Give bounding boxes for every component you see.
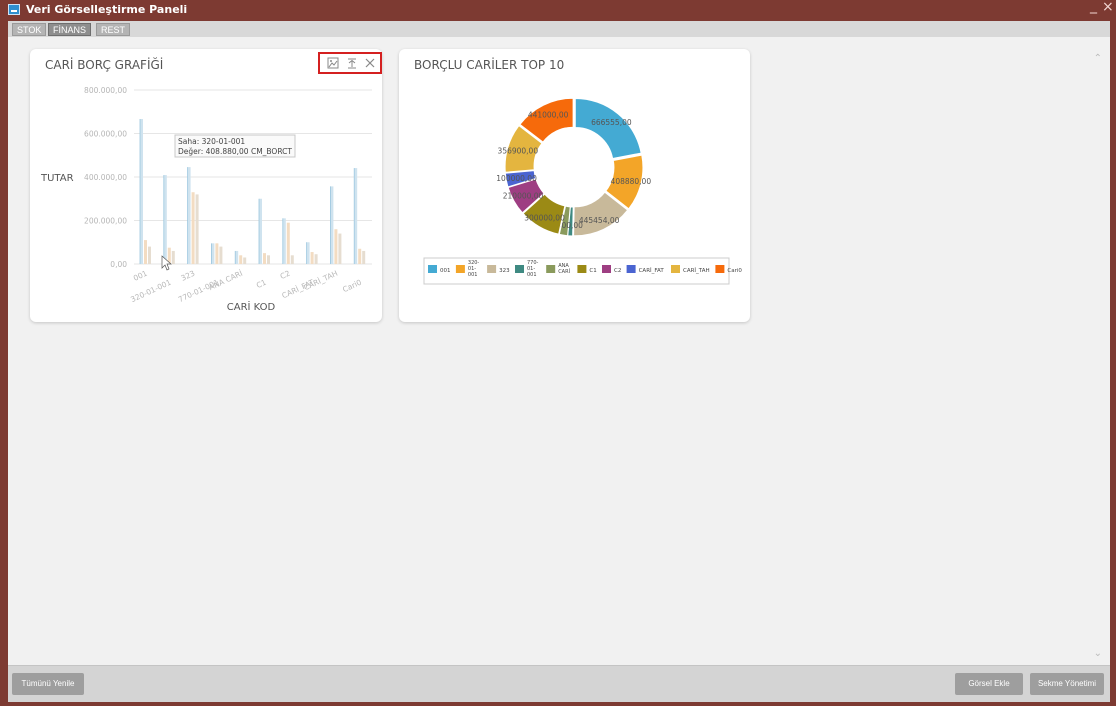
bar: [338, 233, 342, 264]
donut-legend: 001320-01-001323770-01-001ANACARİ C1 C2 CAR…: [423, 257, 742, 285]
legend-label: CARİ_TAH: [683, 267, 710, 274]
bar-chart[interactable]: 0,00 200.000,00 400.000,00 600.000,00 800.00…: [30, 49, 382, 322]
x-tick-label: 001: [132, 269, 149, 283]
legend-label: C1: [589, 268, 596, 274]
x-axis-label: CARİ KOD: [227, 300, 276, 313]
tab-rest[interactable]: REST: [96, 23, 131, 36]
legend-label: 001: [527, 272, 537, 278]
legend-swatch: [671, 265, 680, 273]
y-tick-label: 200.000,00: [84, 217, 127, 226]
bar: [310, 252, 314, 264]
legend-label: CARİ_FAT: [639, 267, 665, 274]
legend-swatch: [487, 265, 497, 273]
app-window: Veri Görselleştirme Paneli _ × STOK FİNA…: [0, 0, 1116, 706]
y-tick-label: 0,00: [110, 260, 127, 269]
legend-swatch: [515, 265, 524, 273]
bar: [235, 250, 239, 264]
bar: [187, 167, 191, 264]
minimize-button[interactable]: _: [1090, 0, 1097, 14]
bar-chart-card: CARİ BORÇ GRAFİĞİ 0,00 200.000,00 400.00…: [30, 49, 382, 322]
legend-label: 323: [499, 268, 510, 274]
y-axis-label: TUTAR: [40, 173, 74, 184]
title-bar: Veri Görselleştirme Paneli _ ×: [0, 0, 1116, 20]
bar: [358, 248, 362, 264]
donut-chart[interactable]: 666555,00408880,00445454,0035000,0030000…: [399, 49, 750, 322]
bar: [219, 246, 223, 264]
bar: [243, 257, 247, 264]
bar: [163, 175, 167, 264]
tooltip-line: Saha: 320-01-001: [178, 137, 245, 146]
bar: [290, 255, 294, 264]
bar: [195, 194, 199, 264]
legend-label: Cari0: [727, 268, 742, 274]
app-icon: [8, 4, 20, 15]
bar: [362, 250, 366, 264]
bar: [354, 168, 358, 264]
legend-swatch: [577, 265, 587, 273]
x-tick-label: Cari0: [341, 278, 363, 295]
tab-finans[interactable]: FİNANS: [48, 23, 92, 36]
x-tick-label: 323: [180, 269, 197, 283]
slice-label: 356900,00: [498, 147, 539, 156]
legend-swatch: [626, 265, 636, 273]
slice-label: 100000,00: [496, 174, 537, 183]
bar: [144, 240, 147, 264]
slice-label: 300000,00: [524, 214, 565, 223]
bar: [330, 186, 334, 264]
x-tick-label: ANA CARİ: [207, 269, 243, 292]
window-title: Veri Görselleştirme Paneli: [26, 3, 188, 16]
y-tick-label: 400.000,00: [84, 173, 127, 182]
close-window-button[interactable]: ×: [1102, 0, 1114, 15]
donut-slice: [574, 97, 642, 160]
bar: [140, 119, 143, 264]
scroll-down-icon[interactable]: ⌄: [1094, 648, 1102, 659]
bottom-toolbar: Tümünü Yenile Görsel Ekle Sekme Yönetimi: [8, 665, 1110, 702]
legend-swatch: [428, 265, 437, 273]
tab-bar: STOK FİNANS REST: [8, 21, 1110, 37]
bar: [171, 250, 175, 264]
bar: [211, 243, 215, 264]
tab-management-button[interactable]: Sekme Yönetimi: [1030, 673, 1104, 695]
legend-swatch: [715, 265, 725, 273]
legend-label: 001: [468, 272, 478, 278]
legend-swatch: [602, 265, 611, 273]
pie-chart-card: BORÇLU CARİLER TOP 10 666555,00 408880,00…: [399, 49, 750, 322]
bar: [286, 222, 290, 264]
slice-label: 408880,00: [611, 177, 652, 186]
legend-label: CARİ: [558, 268, 570, 275]
bar: [314, 254, 318, 264]
y-tick-label: 800.000,00: [84, 86, 127, 95]
refresh-all-button[interactable]: Tümünü Yenile: [12, 673, 84, 695]
slice-label: 666555,00: [591, 118, 632, 127]
bar: [282, 218, 286, 264]
tooltip-line: Değer: 408.880,00 CM_BORCT: [178, 147, 292, 156]
y-tick-label: 600.000,00: [84, 130, 127, 139]
slice-label: 441000,00: [528, 111, 569, 120]
legend-label: C2: [614, 268, 621, 274]
tab-stok[interactable]: STOK: [12, 23, 47, 36]
bar: [148, 246, 151, 264]
legend-label: 001: [440, 268, 451, 274]
add-visual-button[interactable]: Görsel Ekle: [955, 673, 1023, 695]
dashboard-area[interactable]: CARİ BORÇ GRAFİĞİ 0,00 200.000,00 400.00…: [8, 37, 1110, 665]
x-tick-label: C1: [255, 278, 268, 290]
bar: [263, 253, 266, 264]
slice-label: 445454,00: [579, 216, 620, 225]
bar: [239, 255, 243, 264]
scroll-up-icon[interactable]: ⌃: [1094, 53, 1102, 64]
bar: [267, 255, 270, 264]
x-tick-label: CARİ_TAH: [302, 269, 339, 293]
chart-tooltip: Saha: 320-01-001Değer: 408.880,00 CM_BOR…: [174, 134, 296, 158]
bar: [334, 229, 338, 264]
bar: [259, 198, 262, 264]
x-tick-label: C2: [279, 269, 292, 281]
legend-swatch: [546, 265, 556, 273]
slice-label: 210000,00: [503, 192, 544, 201]
legend-swatch: [455, 265, 465, 273]
bar: [306, 242, 310, 264]
bar: [215, 243, 219, 264]
bar: [191, 192, 195, 264]
